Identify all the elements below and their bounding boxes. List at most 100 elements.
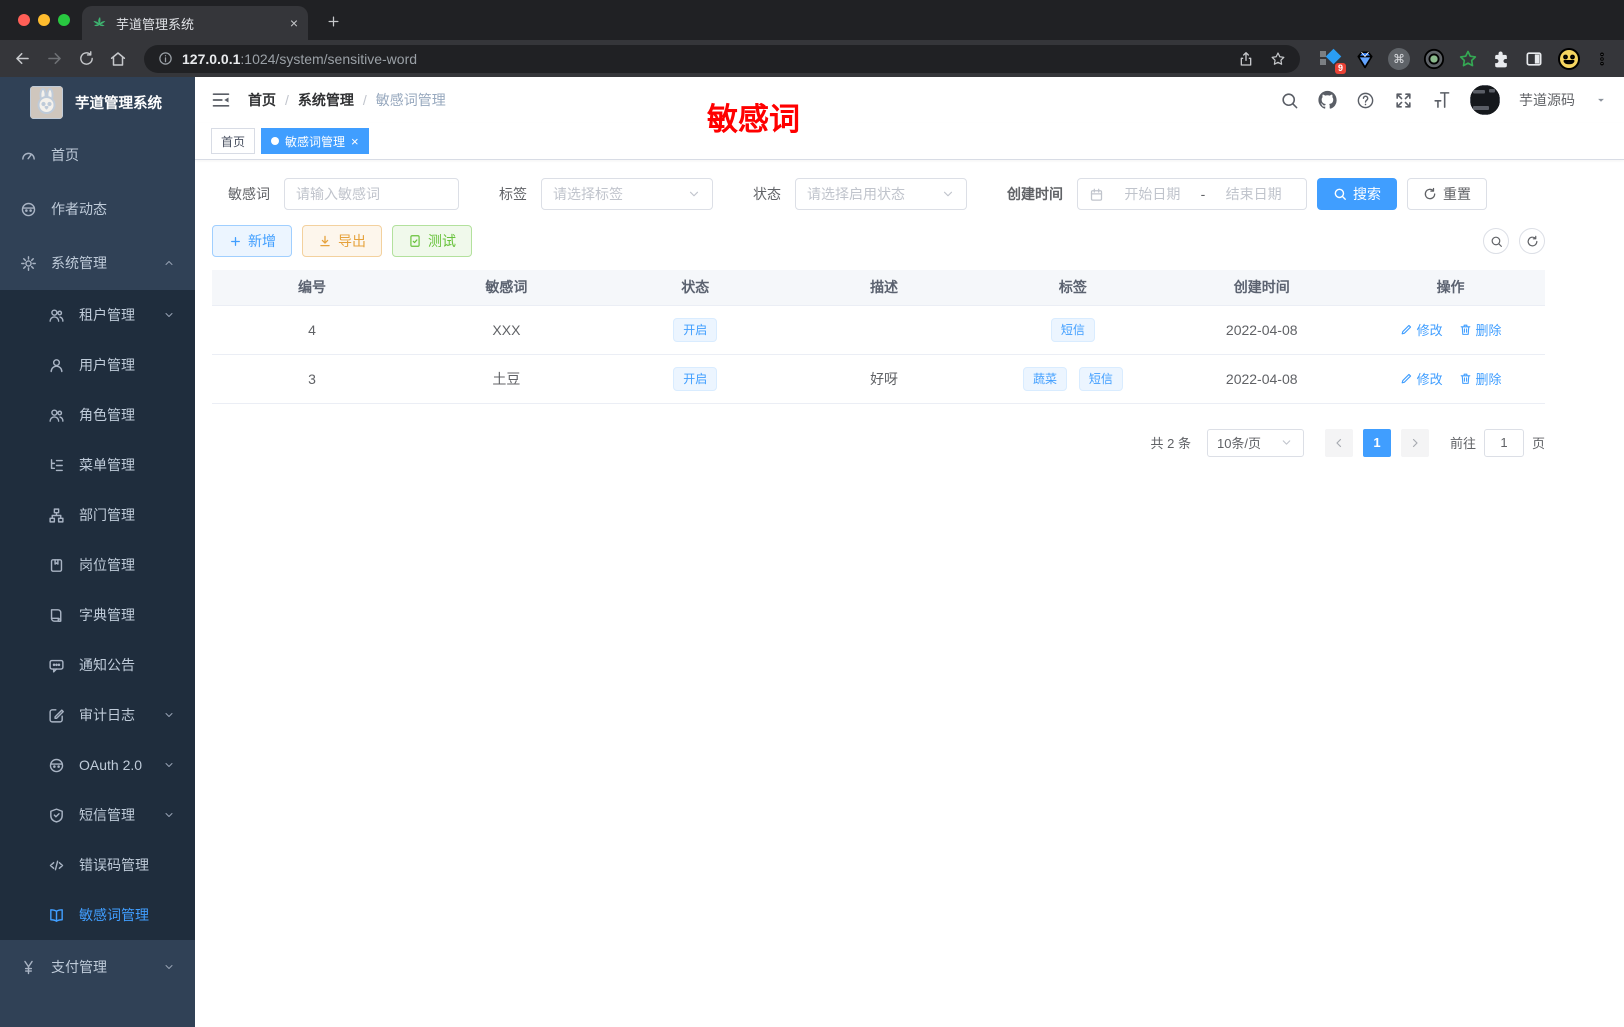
forward-button[interactable]: [42, 47, 66, 71]
search-button[interactable]: 搜索: [1317, 178, 1397, 210]
github-icon[interactable]: [1318, 91, 1337, 110]
sidebar-fold-icon[interactable]: [211, 90, 231, 110]
document-check-icon: [408, 234, 422, 248]
sidebar-item-label: 支付管理: [51, 959, 107, 975]
sidebar-item-dictionary[interactable]: 字典管理: [0, 590, 195, 640]
payment-yen-icon: [20, 959, 37, 976]
page-number-1[interactable]: 1: [1362, 428, 1391, 457]
export-button[interactable]: 导出: [302, 225, 382, 257]
site-info-icon[interactable]: [158, 51, 173, 66]
view-tab-sensitive-word[interactable]: 敏感词管理 ×: [261, 128, 369, 154]
help-icon[interactable]: [1356, 91, 1375, 110]
delete-link[interactable]: 删除: [1459, 369, 1502, 388]
zoom-window-button[interactable]: [58, 14, 70, 26]
sidebar-item-system[interactable]: 系统管理: [0, 236, 195, 290]
profile-avatar-emoji[interactable]: [1557, 47, 1581, 71]
sidebar-item-sensitive-words[interactable]: 敏感词管理: [0, 890, 195, 940]
breadcrumb-system[interactable]: 系统管理: [298, 90, 354, 110]
header-search-icon[interactable]: [1280, 91, 1299, 110]
user-avatar[interactable]: [1470, 85, 1500, 115]
extension-recorder-icon[interactable]: [1423, 48, 1445, 70]
sidebar-item-home[interactable]: 首页: [0, 128, 195, 182]
edit-link[interactable]: 修改: [1400, 320, 1443, 339]
back-button[interactable]: [10, 47, 34, 71]
browser-menu-icon[interactable]: [1594, 51, 1610, 67]
close-window-button[interactable]: [18, 14, 30, 26]
extension-gem-icon[interactable]: [1355, 49, 1375, 69]
breadcrumb-home[interactable]: 首页: [248, 90, 276, 110]
delete-link-label: 删除: [1475, 323, 1502, 338]
bookmark-star-icon[interactable]: [1270, 51, 1286, 67]
tag-select[interactable]: 请选择标签: [541, 178, 713, 210]
sidebar-item-error-codes[interactable]: 错误码管理: [0, 840, 195, 890]
tab-close-icon[interactable]: ×: [290, 15, 298, 31]
sidebar-item-menus[interactable]: 菜单管理: [0, 440, 195, 490]
side-panel-icon[interactable]: [1524, 49, 1544, 69]
reset-button[interactable]: 重置: [1407, 178, 1487, 210]
refresh-table-button[interactable]: [1519, 228, 1545, 254]
status-select[interactable]: 请选择启用状态: [795, 178, 967, 210]
filter-keyword-group: 敏感词: [228, 178, 459, 210]
red-annotation-text: 敏感词: [707, 102, 800, 137]
new-tab-button[interactable]: [318, 6, 348, 36]
cell-description: [789, 304, 979, 355]
test-button[interactable]: 测试: [392, 225, 472, 257]
address-bar[interactable]: 127.0.0.1:1024/system/sensitive-word: [144, 44, 1300, 73]
status-label: 状态: [753, 186, 781, 202]
extensions-puzzle-icon[interactable]: [1491, 49, 1511, 69]
breadcrumb-separator: /: [362, 92, 367, 108]
sidebar-item-departments[interactable]: 部门管理: [0, 490, 195, 540]
goto-page-input[interactable]: [1483, 428, 1524, 457]
date-range-picker[interactable]: 开始日期 - 结束日期: [1077, 178, 1307, 210]
view-tab-home[interactable]: 首页: [211, 128, 256, 154]
column-header-description: 描述: [789, 270, 979, 305]
next-page-button[interactable]: [1400, 428, 1429, 457]
keyword-input[interactable]: [296, 186, 447, 202]
app-title: 芋道管理系统: [75, 96, 162, 112]
dashboard-icon: [20, 147, 37, 164]
tab-close-icon[interactable]: ×: [351, 135, 359, 148]
sidebar-item-audit-log[interactable]: 审计日志: [0, 690, 195, 740]
sidebar-item-author-news[interactable]: 作者动态: [0, 182, 195, 236]
sidebar-item-users[interactable]: 用户管理: [0, 340, 195, 390]
sidebar-item-posts[interactable]: 岗位管理: [0, 540, 195, 590]
app-logo-row[interactable]: 芋道管理系统: [0, 77, 195, 128]
sidebar-item-tenant[interactable]: 租户管理: [0, 290, 195, 340]
font-size-icon[interactable]: [1432, 91, 1451, 110]
extension-shortcut-icon[interactable]: ⌘: [1388, 47, 1410, 70]
sidebar-item-label: 菜单管理: [79, 457, 135, 473]
sidebar-item-roles[interactable]: 角色管理: [0, 390, 195, 440]
goto-unit-label: 页: [1531, 436, 1545, 451]
sidebar-item-oauth[interactable]: OAuth 2.0: [0, 740, 195, 790]
home-button[interactable]: [106, 47, 130, 71]
user-caret-down-icon[interactable]: [1594, 93, 1608, 107]
browser-tab[interactable]: 芋道管理系统 ×: [82, 6, 308, 40]
browser-tab-title: 芋道管理系统: [116, 16, 195, 32]
table-header-row: 编号 敏感词 状态 描述 标签 创建时间 操作: [212, 270, 1545, 305]
add-button[interactable]: 新增: [212, 225, 292, 257]
reload-button[interactable]: [74, 47, 98, 71]
minimize-window-button[interactable]: [38, 14, 50, 26]
delete-link-label: 删除: [1475, 372, 1502, 387]
extension-green-star-icon[interactable]: [1458, 49, 1478, 69]
date-start-placeholder: 开始日期: [1124, 186, 1181, 202]
sidebar-item-notices[interactable]: 通知公告: [0, 640, 195, 690]
sidebar-item-sms[interactable]: 短信管理: [0, 790, 195, 840]
error-code-icon: [48, 857, 65, 874]
browser-toolbar: 127.0.0.1:1024/system/sensitive-word 9 ⌘: [0, 40, 1624, 77]
gear-icon: [20, 255, 37, 272]
fullscreen-icon[interactable]: [1394, 91, 1413, 110]
chevron-down-icon: [941, 187, 955, 201]
show-search-toggle-button[interactable]: [1483, 228, 1509, 254]
sidebar-item-payment[interactable]: 支付管理: [0, 940, 195, 994]
user-name[interactable]: 芋道源码: [1519, 90, 1575, 110]
prev-page-button[interactable]: [1324, 428, 1353, 457]
edit-link[interactable]: 修改: [1400, 369, 1443, 388]
pagination: 共 2 条 10条/页 1 前往 页: [212, 428, 1545, 457]
page-size-select[interactable]: 10条/页: [1206, 428, 1304, 457]
cell-create-time: 2022-04-08: [1167, 304, 1357, 355]
org-chart-icon: [48, 507, 65, 524]
share-icon[interactable]: [1238, 51, 1254, 67]
extension-tag-icon[interactable]: 9: [1318, 47, 1346, 74]
delete-link[interactable]: 删除: [1459, 320, 1502, 339]
